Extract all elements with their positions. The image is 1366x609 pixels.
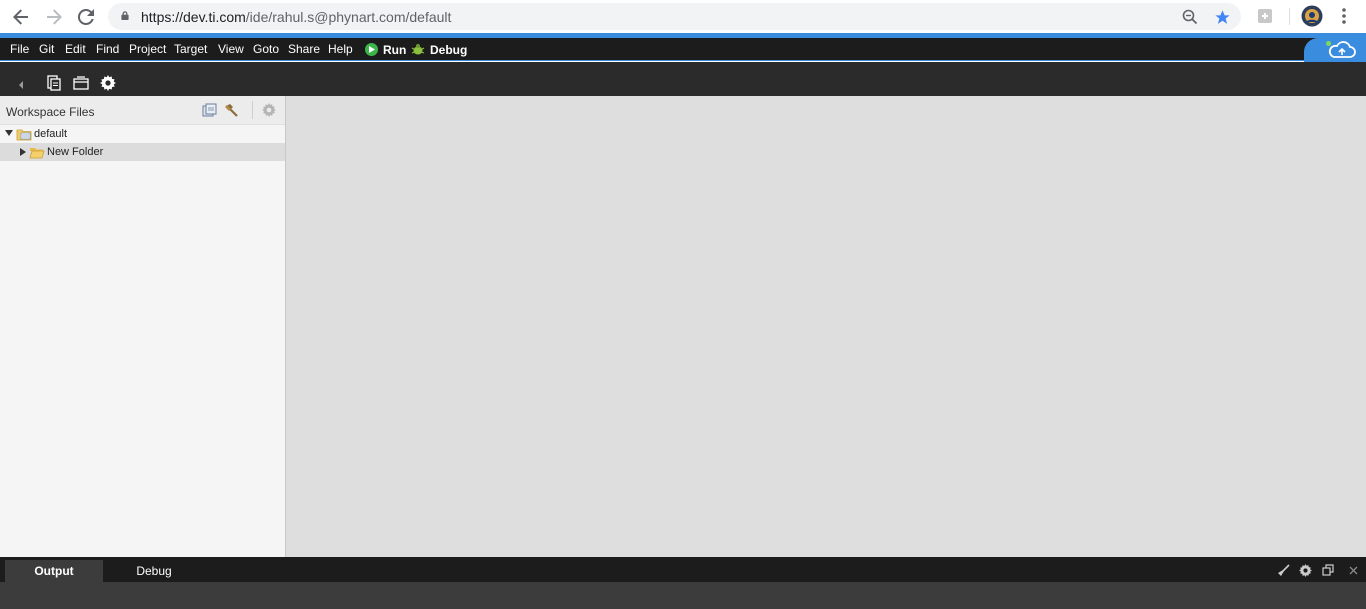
copy-files-icon[interactable] bbox=[201, 102, 217, 118]
run-button[interactable]: Run bbox=[365, 41, 406, 58]
sidebar-settings-icon[interactable] bbox=[261, 102, 277, 118]
status-dot bbox=[1326, 41, 1331, 46]
menu-edit[interactable]: Edit bbox=[65, 42, 86, 56]
build-hammer-icon[interactable] bbox=[223, 102, 239, 118]
import-icon[interactable] bbox=[72, 74, 90, 92]
project-folder-icon bbox=[16, 129, 32, 141]
sidebar-header: Workspace Files bbox=[0, 96, 285, 125]
extension-icon[interactable] bbox=[1255, 6, 1275, 26]
toolbar-divider bbox=[1289, 8, 1290, 25]
menu-share[interactable]: Share bbox=[288, 42, 320, 56]
menu-help[interactable]: Help bbox=[328, 42, 353, 56]
menu-view[interactable]: View bbox=[218, 42, 244, 56]
url-host: https://dev.ti.com bbox=[141, 9, 246, 25]
close-icon[interactable] bbox=[1346, 563, 1360, 577]
tree-item-new-folder[interactable]: New Folder bbox=[0, 143, 285, 161]
browser-toolbar: https://dev.ti.com/ide/rahul.s@phynart.c… bbox=[0, 0, 1366, 33]
menu-git[interactable]: Git bbox=[39, 42, 54, 56]
bug-icon bbox=[411, 43, 425, 56]
url-path: /ide/rahul.s@phynart.com/default bbox=[245, 9, 452, 25]
menu-target[interactable]: Target bbox=[174, 42, 207, 56]
back-arrow-icon[interactable] bbox=[9, 5, 33, 29]
workspace-sidebar: Workspace Files default New Folder bbox=[0, 96, 286, 557]
menu-file[interactable]: File bbox=[10, 42, 29, 56]
star-icon[interactable] bbox=[1212, 7, 1232, 27]
bottom-panel-tabs: Output Debug bbox=[0, 557, 1366, 582]
open-folder-icon bbox=[29, 148, 45, 159]
tree-label-default: default bbox=[34, 128, 68, 140]
header-divider bbox=[252, 101, 253, 119]
url-text: https://dev.ti.com/ide/rahul.s@phynart.c… bbox=[141, 9, 451, 25]
menu-find[interactable]: Find bbox=[96, 42, 119, 56]
cloud-status[interactable] bbox=[1304, 38, 1366, 62]
collapse-arrow-icon[interactable] bbox=[12, 76, 30, 94]
run-label: Run bbox=[383, 42, 407, 57]
profile-avatar[interactable] bbox=[1301, 5, 1323, 27]
reload-icon[interactable] bbox=[74, 5, 98, 29]
menubar: File Git Edit Find Project Target View G… bbox=[0, 38, 1366, 61]
menu-goto[interactable]: Goto bbox=[253, 42, 279, 56]
zoom-icon[interactable] bbox=[1180, 7, 1200, 27]
sidebar-title: Workspace Files bbox=[6, 105, 95, 119]
settings-gear-icon[interactable] bbox=[99, 74, 117, 92]
new-file-icon[interactable] bbox=[45, 74, 63, 92]
restore-window-icon[interactable] bbox=[1321, 563, 1335, 577]
tree-item-default[interactable]: default bbox=[0, 125, 285, 143]
expand-arrow-icon[interactable] bbox=[5, 130, 13, 136]
debug-button[interactable]: Debug bbox=[411, 41, 467, 58]
debug-label: Debug bbox=[430, 42, 468, 57]
tab-debug[interactable]: Debug bbox=[115, 560, 193, 582]
address-bar[interactable]: https://dev.ti.com/ide/rahul.s@phynart.c… bbox=[108, 3, 1241, 30]
forward-arrow-icon[interactable] bbox=[42, 5, 66, 29]
editor-area[interactable] bbox=[286, 96, 1366, 557]
collapsed-arrow-icon[interactable] bbox=[20, 148, 26, 156]
clear-broom-icon[interactable] bbox=[1276, 563, 1290, 577]
ide-toolbar bbox=[0, 62, 1366, 96]
gear-icon[interactable] bbox=[1298, 563, 1312, 577]
tab-output[interactable]: Output bbox=[5, 560, 103, 582]
menu-project[interactable]: Project bbox=[129, 42, 166, 56]
lock-icon bbox=[121, 11, 129, 20]
play-icon bbox=[365, 43, 378, 56]
output-panel bbox=[0, 582, 1366, 609]
menu-kebab-icon[interactable] bbox=[1334, 6, 1354, 26]
tree-label-new-folder: New Folder bbox=[47, 146, 104, 158]
